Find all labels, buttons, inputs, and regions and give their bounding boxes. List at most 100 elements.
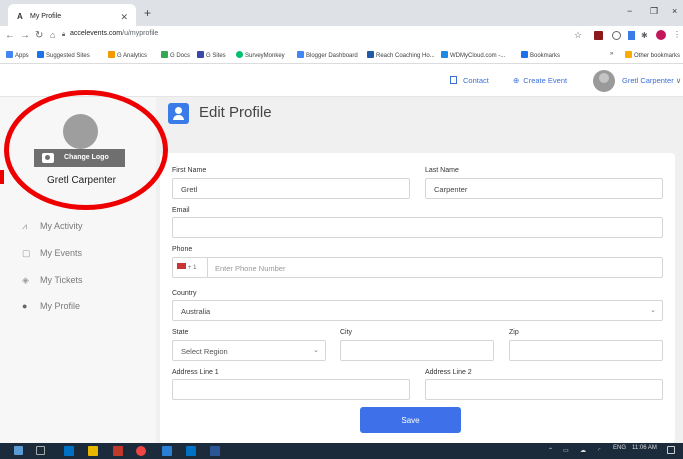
bookmark-g-docs[interactable]: G Docs bbox=[161, 51, 190, 59]
url-field[interactable]: accelevents.com/u/myprofile bbox=[70, 30, 158, 37]
address-line-2-label: Address Line 2 bbox=[425, 369, 472, 376]
sidebar-item-my-activity[interactable]: ⩘ My Activity bbox=[22, 221, 83, 231]
close-window-icon[interactable]: × bbox=[672, 6, 677, 16]
taskbar: ⌃ ▭ ☁ ◜ ENG 11:06 AM bbox=[0, 443, 683, 459]
tray-network-icon[interactable]: ▭ bbox=[563, 447, 569, 454]
phone-field[interactable]: + 1 Enter Phone Number bbox=[172, 257, 663, 278]
last-name-label: Last Name bbox=[425, 167, 459, 174]
outlook-icon[interactable] bbox=[64, 446, 74, 456]
save-button[interactable]: Save bbox=[360, 407, 461, 433]
phone-placeholder: Enter Phone Number bbox=[215, 264, 286, 273]
bookmark-apps[interactable]: Apps bbox=[6, 51, 29, 59]
file-explorer-icon[interactable] bbox=[88, 446, 98, 456]
state-select[interactable]: Select Region ⌄ bbox=[172, 340, 326, 361]
user-avatar[interactable] bbox=[593, 70, 615, 92]
country-label: Country bbox=[172, 290, 197, 297]
bookmark-other[interactable]: Other bookmarks bbox=[625, 51, 680, 59]
country-code-selector[interactable]: + 1 bbox=[177, 263, 206, 274]
browser-tab-bar: A My Profile ✕ + − ❐ × bbox=[0, 0, 683, 26]
bookmark-reach-coaching[interactable]: Reach Coaching Ho... bbox=[367, 51, 435, 59]
browser-menu-icon[interactable]: ⋮ bbox=[673, 30, 681, 39]
tray-wifi-icon[interactable]: ◜ bbox=[598, 447, 600, 454]
address-bar-row: ← → ↻ ⌂ 🔒︎ accelevents.com/u/myprofile ☆… bbox=[0, 26, 683, 46]
email-label: Email bbox=[172, 207, 190, 214]
browser-tab[interactable]: A My Profile ✕ bbox=[8, 4, 136, 26]
first-name-field[interactable]: Gretl bbox=[172, 178, 410, 199]
extension-circle-icon[interactable] bbox=[612, 31, 621, 40]
contact-icon bbox=[450, 76, 457, 84]
chevron-down-icon: ⌄ bbox=[313, 347, 319, 354]
sidebar-item-my-profile[interactable]: ● My Profile bbox=[22, 301, 80, 311]
create-event-link[interactable]: ⊕ Create Event bbox=[513, 76, 567, 85]
phone-divider bbox=[207, 258, 208, 277]
bookmark-blogger-dashboard[interactable]: Blogger Dashboard bbox=[297, 51, 358, 59]
acrobat-icon[interactable] bbox=[113, 446, 123, 456]
first-name-label: First Name bbox=[172, 167, 207, 174]
bookmark-g-sites[interactable]: G Sites bbox=[197, 51, 226, 59]
tray-cloud-icon[interactable]: ☁ bbox=[580, 447, 586, 454]
page-title: Edit Profile bbox=[199, 104, 272, 121]
person-icon: ● bbox=[22, 301, 28, 311]
maximize-icon[interactable]: ❐ bbox=[650, 6, 658, 17]
zip-label: Zip bbox=[509, 329, 519, 336]
city-field[interactable] bbox=[340, 340, 494, 361]
address-line-1-field[interactable] bbox=[172, 379, 410, 400]
url-path: /u/myprofile bbox=[122, 30, 159, 37]
accelevents-favicon-icon: A bbox=[17, 12, 23, 21]
activity-icon: ⩘ bbox=[22, 221, 28, 231]
forward-icon[interactable]: → bbox=[20, 30, 30, 41]
home-icon[interactable]: ⌂ bbox=[50, 30, 55, 40]
bookmark-bookmarks[interactable]: Bookmarks bbox=[521, 51, 560, 59]
user-menu[interactable]: Gretl Carpenter ∨ bbox=[622, 76, 681, 85]
star-icon[interactable]: ☆ bbox=[574, 30, 582, 41]
extension-blue-icon[interactable] bbox=[628, 31, 635, 40]
city-label: City bbox=[340, 329, 353, 336]
chevron-down-icon: ⌄ bbox=[650, 307, 656, 314]
new-tab-button[interactable]: + bbox=[144, 6, 151, 20]
email-field[interactable] bbox=[172, 217, 663, 238]
app-icon[interactable] bbox=[162, 446, 172, 456]
flag-icon bbox=[177, 263, 186, 269]
lock-icon: 🔒︎ bbox=[62, 32, 66, 38]
tray-chevron-icon[interactable]: ⌃ bbox=[548, 447, 553, 454]
chevron-down-icon: ∨ bbox=[675, 76, 682, 85]
back-icon[interactable]: ← bbox=[5, 30, 15, 41]
notifications-icon[interactable] bbox=[667, 446, 675, 454]
extension-pdf-icon[interactable] bbox=[594, 31, 603, 40]
task-view-icon[interactable] bbox=[36, 446, 45, 455]
contact-link[interactable]: Contact bbox=[450, 76, 489, 85]
ticket-icon: ◈ bbox=[22, 275, 29, 285]
extensions-puzzle-icon[interactable]: ✱ bbox=[641, 31, 648, 40]
sidebar-item-my-events[interactable]: ▢ My Events bbox=[22, 248, 82, 258]
url-host: accelevents.com bbox=[70, 30, 123, 37]
bookmark-wdmycloud[interactable]: WDMyCloud.com -... bbox=[441, 51, 505, 59]
red-annotation-ellipse bbox=[4, 90, 168, 210]
address-line-1-label: Address Line 1 bbox=[172, 369, 219, 376]
minimize-icon[interactable]: − bbox=[627, 6, 632, 16]
clock[interactable]: 11:06 AM bbox=[632, 445, 657, 451]
bookmarks-bar: Apps Suggested Sites G Analytics G Docs … bbox=[0, 46, 683, 64]
language-indicator[interactable]: ENG bbox=[613, 445, 626, 451]
outlook-window-icon[interactable] bbox=[186, 446, 196, 456]
zip-field[interactable] bbox=[509, 340, 663, 361]
sidebar-item-my-tickets[interactable]: ◈ My Tickets bbox=[22, 275, 83, 285]
chrome-icon[interactable] bbox=[136, 446, 146, 456]
word-icon[interactable] bbox=[210, 446, 220, 456]
bookmarks-more-icon[interactable]: » bbox=[610, 51, 613, 57]
phone-label: Phone bbox=[172, 246, 193, 253]
events-icon: ▢ bbox=[22, 248, 31, 258]
bookmark-suggested-sites[interactable]: Suggested Sites bbox=[37, 51, 90, 59]
bookmark-g-analytics[interactable]: G Analytics bbox=[108, 51, 147, 59]
address-line-2-field[interactable] bbox=[425, 379, 663, 400]
windows-start-icon[interactable] bbox=[14, 446, 23, 455]
close-tab-icon[interactable]: ✕ bbox=[120, 12, 128, 23]
red-annotation-mark bbox=[0, 170, 4, 184]
reload-icon[interactable]: ↻ bbox=[35, 30, 43, 41]
tab-title: My Profile bbox=[30, 13, 62, 20]
country-select[interactable]: Australia ⌄ bbox=[172, 300, 663, 321]
profile-title-icon bbox=[168, 103, 189, 124]
plus-circle-icon: ⊕ bbox=[513, 76, 520, 85]
bookmark-surveymonkey[interactable]: SurveyMonkey bbox=[236, 51, 285, 59]
last-name-field[interactable]: Carpenter bbox=[425, 178, 663, 199]
profile-icon[interactable] bbox=[656, 30, 666, 40]
